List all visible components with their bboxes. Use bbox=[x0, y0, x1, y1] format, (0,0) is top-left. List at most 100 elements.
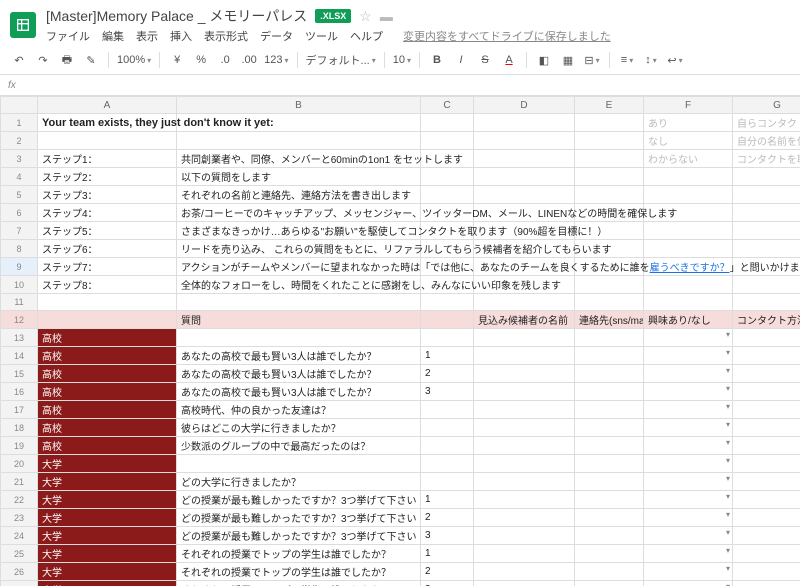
cell[interactable] bbox=[474, 294, 575, 311]
cell[interactable] bbox=[474, 347, 575, 365]
cell[interactable]: 大学 bbox=[38, 545, 177, 563]
percent-btn[interactable]: % bbox=[192, 50, 210, 70]
borders-icon[interactable]: ▦ bbox=[559, 50, 577, 70]
cell[interactable]: 1 bbox=[421, 545, 474, 563]
dropdown-cell[interactable] bbox=[733, 347, 800, 365]
cell[interactable]: どの大学に行きましたか？ bbox=[177, 473, 421, 491]
cell[interactable] bbox=[474, 383, 575, 401]
cell[interactable]: 高校時代、仲の良かった友達は？ bbox=[177, 401, 421, 419]
cell[interactable] bbox=[177, 329, 421, 347]
dropdown-cell[interactable] bbox=[644, 581, 733, 586]
cell[interactable]: 質問 bbox=[177, 311, 421, 329]
cell[interactable]: あなたの高校で最も賢い3人は誰でしたか？ bbox=[177, 365, 421, 383]
row-header[interactable]: 15 bbox=[1, 365, 38, 383]
cell[interactable] bbox=[421, 311, 474, 329]
cell[interactable] bbox=[575, 527, 644, 545]
cell[interactable]: 3 bbox=[421, 383, 474, 401]
cell[interactable]: ステップ8： bbox=[38, 276, 177, 294]
dropdown-cell[interactable] bbox=[644, 365, 733, 383]
cell[interactable] bbox=[474, 186, 575, 204]
cell[interactable] bbox=[733, 222, 800, 240]
dec00-btn[interactable]: .00 bbox=[240, 50, 258, 70]
cell[interactable] bbox=[474, 563, 575, 581]
cell[interactable] bbox=[575, 419, 644, 437]
cell[interactable] bbox=[575, 365, 644, 383]
cell[interactable] bbox=[474, 473, 575, 491]
dropdown-cell[interactable] bbox=[733, 509, 800, 527]
cell[interactable]: 大学 bbox=[38, 509, 177, 527]
cell[interactable]: あなたの高校で最も賢い3人は誰でしたか？ bbox=[177, 347, 421, 365]
cell[interactable]: 彼らはどこの大学に行きましたか？ bbox=[177, 419, 421, 437]
cell[interactable] bbox=[733, 294, 800, 311]
row-header[interactable]: 1 bbox=[1, 114, 38, 132]
dropdown-cell[interactable] bbox=[733, 401, 800, 419]
cell[interactable] bbox=[575, 401, 644, 419]
row-header[interactable]: 17 bbox=[1, 401, 38, 419]
cell[interactable] bbox=[474, 509, 575, 527]
cell[interactable]: 高校 bbox=[38, 401, 177, 419]
dropdown-cell[interactable] bbox=[644, 527, 733, 545]
row-header[interactable]: 2 bbox=[1, 132, 38, 150]
cell[interactable]: 大学 bbox=[38, 455, 177, 473]
cell[interactable]: 2 bbox=[421, 365, 474, 383]
row-header[interactable]: 9 bbox=[1, 258, 38, 276]
cell[interactable]: 3 bbox=[421, 527, 474, 545]
row-header[interactable]: 6 bbox=[1, 204, 38, 222]
cell[interactable] bbox=[575, 509, 644, 527]
cell[interactable]: コンタクトを取ってもらって構わないが、自分は bbox=[733, 150, 800, 168]
cell[interactable] bbox=[474, 114, 575, 132]
cell[interactable] bbox=[575, 132, 644, 150]
cell[interactable] bbox=[474, 329, 575, 347]
cell[interactable] bbox=[474, 365, 575, 383]
dropdown-cell[interactable] bbox=[644, 455, 733, 473]
cell[interactable]: 共同創業者や、同僚、メンバーと60minの1on1 をセットします bbox=[177, 150, 421, 168]
cell[interactable] bbox=[421, 419, 474, 437]
dropdown-cell[interactable] bbox=[733, 581, 800, 586]
cell[interactable] bbox=[38, 294, 177, 311]
dropdown-cell[interactable] bbox=[733, 437, 800, 455]
row-header[interactable]: 14 bbox=[1, 347, 38, 365]
cell[interactable]: 高校 bbox=[38, 365, 177, 383]
col-header[interactable]: E bbox=[575, 97, 644, 114]
cell[interactable]: 少数派のグループの中で最高だったのは？ bbox=[177, 437, 421, 455]
undo-icon[interactable]: ↶ bbox=[10, 50, 28, 70]
row-header[interactable]: 12 bbox=[1, 311, 38, 329]
dropdown-cell[interactable] bbox=[644, 437, 733, 455]
cell[interactable]: ステップ6： bbox=[38, 240, 177, 258]
formula-bar[interactable]: fx bbox=[0, 75, 800, 96]
cell[interactable] bbox=[575, 276, 644, 294]
cell[interactable] bbox=[474, 150, 575, 168]
italic-btn[interactable]: I bbox=[452, 50, 470, 70]
cell[interactable]: アクションがチームやメンバーに望まれなかった時は「では他に、あなたのチームを良く… bbox=[177, 258, 421, 276]
row-header[interactable]: 8 bbox=[1, 240, 38, 258]
cell[interactable] bbox=[38, 132, 177, 150]
row-header[interactable]: 3 bbox=[1, 150, 38, 168]
dec0-btn[interactable]: .0 bbox=[216, 50, 234, 70]
dropdown-cell[interactable] bbox=[733, 473, 800, 491]
row-header[interactable]: 22 bbox=[1, 491, 38, 509]
cell[interactable] bbox=[644, 276, 733, 294]
cell[interactable] bbox=[474, 491, 575, 509]
menu-ヘルプ[interactable]: ヘルプ bbox=[350, 28, 383, 44]
cell[interactable] bbox=[575, 186, 644, 204]
cell[interactable]: あり bbox=[644, 114, 733, 132]
menu-表示[interactable]: 表示 bbox=[136, 28, 158, 44]
cell[interactable]: 高校 bbox=[38, 437, 177, 455]
dropdown-cell[interactable] bbox=[644, 383, 733, 401]
cell[interactable] bbox=[474, 455, 575, 473]
cell[interactable] bbox=[421, 132, 474, 150]
redo-icon[interactable]: ↷ bbox=[34, 50, 52, 70]
cell[interactable] bbox=[644, 186, 733, 204]
cell[interactable]: 連絡先(sns/mail) bbox=[575, 311, 644, 329]
row-header[interactable]: 4 bbox=[1, 168, 38, 186]
cell[interactable]: どの授業が最も難しかったですか？3つ挙げて下さい bbox=[177, 527, 421, 545]
col-header[interactable]: G bbox=[733, 97, 800, 114]
row-header[interactable]: 20 bbox=[1, 455, 38, 473]
cell[interactable]: 高校 bbox=[38, 419, 177, 437]
cell[interactable]: ステップ4： bbox=[38, 204, 177, 222]
col-header[interactable] bbox=[1, 97, 38, 114]
dropdown-cell[interactable] bbox=[644, 401, 733, 419]
cell[interactable]: 興味あり/なし bbox=[644, 311, 733, 329]
merge-icon[interactable]: ⊟ bbox=[583, 50, 601, 70]
dropdown-cell[interactable] bbox=[733, 419, 800, 437]
